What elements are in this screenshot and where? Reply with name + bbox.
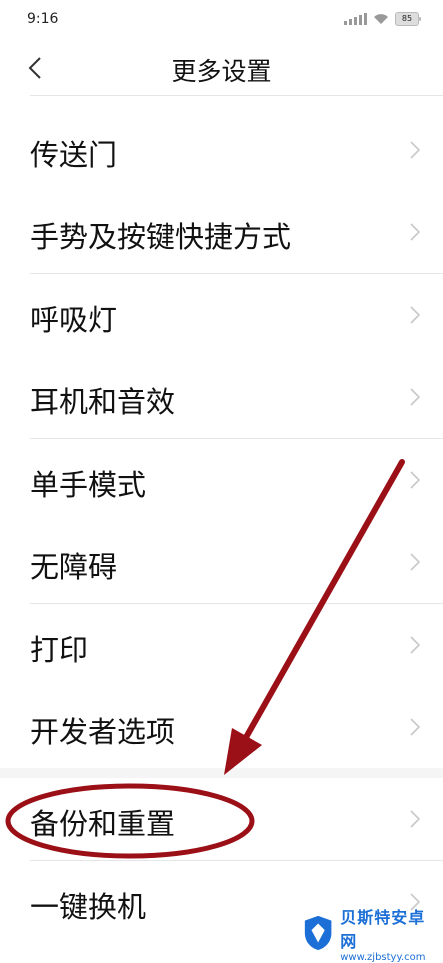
watermark-name: 贝斯特安卓网 [340,907,426,951]
list-item-label: 打印 [30,633,89,667]
list-item-accessibility[interactable]: 无障碍 [0,521,443,603]
list-item-print[interactable]: 打印 [0,604,443,686]
shield-logo-icon [304,915,332,951]
status-bar: 9:16 85 [0,0,443,40]
chevron-right-icon [410,636,421,654]
watermark-url: www.zjbstyy.com [340,951,426,963]
chevron-right-icon [410,141,421,159]
chevron-right-icon [410,471,421,489]
chevron-right-icon [410,718,421,736]
list-item-backup-reset[interactable]: 备份和重置 [0,778,443,860]
list-item-label: 开发者选项 [30,715,176,749]
list-item-label: 耳机和音效 [30,385,176,419]
list-item-label: 单手模式 [30,468,147,502]
wifi-icon [374,14,388,24]
section-gap [0,768,443,778]
list-item-label: 呼吸灯 [30,303,118,337]
chevron-right-icon [410,388,421,406]
battery-level: 85 [401,14,413,23]
list-item-one-hand-mode[interactable]: 单手模式 [0,439,443,521]
list-item-breathing-light[interactable]: 呼吸灯 [0,274,443,356]
page-title: 更多设置 [171,57,272,86]
list-item-label: 一键换机 [30,890,147,924]
list-item-developer-options[interactable]: 开发者选项 [0,686,443,768]
list-item-portal[interactable]: 传送门 [0,109,443,191]
chevron-right-icon [410,306,421,324]
header: 更多设置 [0,40,443,96]
signal-icon [344,13,367,25]
battery-icon: 85 [395,12,421,26]
status-time: 9:16 [27,11,59,27]
header-divider [30,95,443,96]
list-item-label: 备份和重置 [30,807,176,841]
chevron-right-icon [410,223,421,241]
list-item-headset-audio[interactable]: 耳机和音效 [0,356,443,438]
list-item-label: 传送门 [30,138,118,172]
settings-list: 传送门 手势及按键快捷方式 呼吸灯 耳机和音效 单手模式 无障碍 打印 开发者选… [0,109,443,943]
status-icons: 85 [344,11,421,27]
watermark: 贝斯特安卓网 www.zjbstyy.com [302,908,437,963]
chevron-right-icon [410,810,421,828]
list-item-gestures[interactable]: 手势及按键快捷方式 [0,191,443,273]
chevron-right-icon [410,553,421,571]
list-item-label: 无障碍 [30,550,118,584]
list-item-label: 手势及按键快捷方式 [30,220,292,254]
